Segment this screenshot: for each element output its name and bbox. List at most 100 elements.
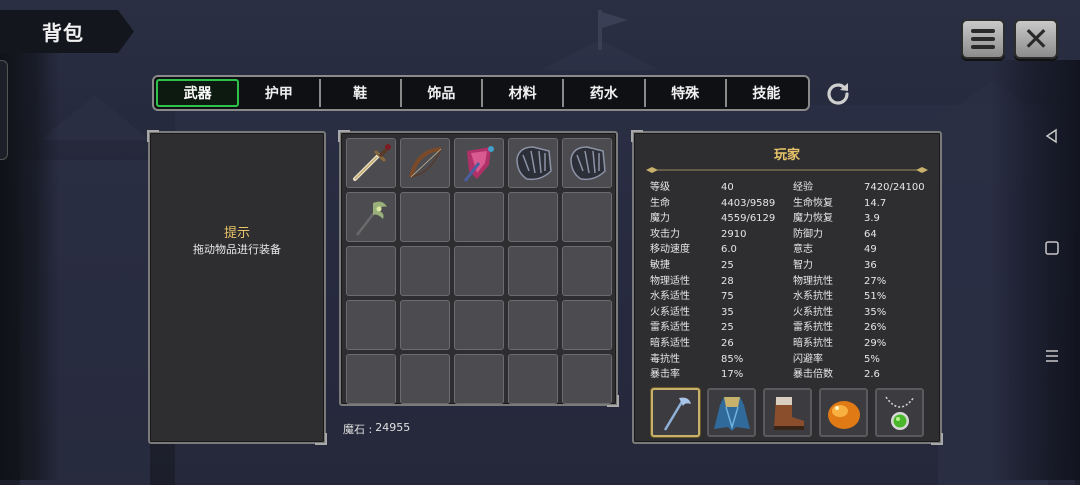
stat-label: 火系适性 bbox=[650, 306, 690, 318]
inventory-slot[interactable] bbox=[562, 192, 612, 242]
stat-value: 3.9 bbox=[864, 213, 880, 225]
equip-slot-accessory-1[interactable] bbox=[819, 388, 868, 437]
green-amulet-icon bbox=[884, 396, 915, 430]
inventory-slot[interactable] bbox=[400, 192, 450, 242]
stats-table: 等级 40 经验 7420/24100 生命 4403/9589 生命恢复 14… bbox=[650, 180, 935, 383]
stat-label: 魔力恢复 bbox=[793, 213, 833, 225]
inventory-slot[interactable] bbox=[562, 246, 612, 296]
inventory-slot[interactable] bbox=[562, 300, 612, 350]
stat-label: 等级 bbox=[650, 182, 670, 193]
equip-slot-armor[interactable] bbox=[707, 388, 756, 437]
stat-value: 85% bbox=[721, 353, 744, 365]
inventory-slot[interactable] bbox=[400, 300, 450, 350]
cloak-armor-icon bbox=[713, 396, 750, 431]
stat-label: 暴击倍数 bbox=[793, 369, 833, 381]
equipment-slots bbox=[651, 388, 924, 437]
hint-text: 拖动物品进行装备 bbox=[193, 243, 281, 256]
stat-label: 魔力 bbox=[650, 213, 670, 225]
stat-label: 经验 bbox=[793, 182, 813, 193]
stat-value: 64 bbox=[864, 228, 877, 240]
stat-value: 2910 bbox=[721, 228, 747, 240]
inventory-slot[interactable] bbox=[508, 354, 558, 404]
tab-accessories[interactable]: 饰品 bbox=[402, 79, 483, 107]
stat-label: 暗系适性 bbox=[650, 337, 690, 349]
inventory-slot[interactable] bbox=[400, 354, 450, 404]
stat-value: 29% bbox=[864, 337, 887, 349]
menu-button[interactable] bbox=[961, 19, 1005, 59]
scepter-icon bbox=[356, 201, 387, 236]
stat-value: 49 bbox=[864, 244, 877, 256]
inventory-slot[interactable] bbox=[346, 246, 396, 296]
hint-panel: 提示 拖动物品进行装备 bbox=[147, 130, 327, 445]
tab-special[interactable]: 特殊 bbox=[646, 79, 727, 107]
equip-slot-weapon[interactable] bbox=[651, 388, 700, 437]
stat-label: 敏捷 bbox=[650, 259, 670, 271]
inventory-slot[interactable] bbox=[562, 354, 612, 404]
inventory-slot[interactable] bbox=[454, 300, 504, 350]
side-edge-tab[interactable] bbox=[0, 60, 8, 160]
stat-value: 27% bbox=[864, 275, 887, 287]
tab-armor[interactable]: 护甲 bbox=[239, 79, 321, 107]
bow-icon bbox=[409, 147, 442, 178]
stat-value: 7420/24100 bbox=[864, 182, 925, 193]
hint-title: 提示 bbox=[223, 226, 250, 241]
magic-staff-icon bbox=[463, 146, 494, 182]
nav-home-icon[interactable] bbox=[1044, 240, 1060, 256]
tab-materials[interactable]: 材料 bbox=[483, 79, 565, 107]
inventory-slot[interactable] bbox=[454, 192, 504, 242]
inventory-slot[interactable] bbox=[346, 300, 396, 350]
stat-label: 智力 bbox=[793, 259, 813, 271]
refresh-button[interactable] bbox=[823, 79, 853, 109]
inventory-slot-1[interactable] bbox=[346, 138, 396, 188]
inventory-slot-4[interactable] bbox=[508, 138, 558, 188]
inventory-slot[interactable] bbox=[454, 354, 504, 404]
stat-label: 闪避率 bbox=[793, 353, 823, 365]
inventory-slot-3[interactable] bbox=[454, 138, 504, 188]
stat-label: 生命恢复 bbox=[793, 197, 833, 209]
boots-icon bbox=[773, 396, 804, 430]
stat-label: 水系抗性 bbox=[793, 291, 833, 303]
stat-label: 火系抗性 bbox=[793, 306, 833, 318]
currency-display: 魔石 : 24955 bbox=[343, 421, 410, 437]
stat-value: 5% bbox=[864, 353, 880, 365]
equip-slot-accessory-2[interactable] bbox=[875, 388, 924, 437]
stat-label: 雷系适性 bbox=[650, 322, 690, 334]
stat-label: 水系适性 bbox=[650, 291, 690, 303]
inventory-slot-2[interactable] bbox=[400, 138, 450, 188]
tab-shoes[interactable]: 鞋 bbox=[321, 79, 402, 107]
ornament-divider bbox=[646, 167, 928, 173]
nav-back-icon[interactable] bbox=[1044, 128, 1060, 144]
stat-value: 40 bbox=[721, 182, 734, 193]
stat-label: 物理适性 bbox=[650, 275, 690, 287]
inventory-slot-5[interactable] bbox=[562, 138, 612, 188]
stat-label: 移动速度 bbox=[650, 244, 690, 256]
player-stats-panel: 玩家 等级 40 经验 7420/24100 生命 4403/9589 生命恢复… bbox=[631, 130, 943, 445]
sword-icon bbox=[353, 144, 391, 181]
inventory-slot[interactable] bbox=[508, 246, 558, 296]
stat-value: 6.0 bbox=[721, 244, 737, 256]
stat-label: 毒抗性 bbox=[650, 353, 680, 365]
stat-label: 防御力 bbox=[793, 228, 823, 240]
stat-label: 意志 bbox=[793, 244, 813, 256]
amber-stone-icon bbox=[827, 400, 860, 429]
tab-skills[interactable]: 技能 bbox=[727, 79, 806, 107]
nav-recents-icon[interactable] bbox=[1044, 348, 1060, 364]
inventory-slot[interactable] bbox=[346, 354, 396, 404]
tab-weapons[interactable]: 武器 bbox=[156, 79, 240, 107]
gauntlet-icon bbox=[570, 146, 606, 181]
equip-slot-boots[interactable] bbox=[763, 388, 812, 437]
inventory-slot[interactable] bbox=[400, 246, 450, 296]
stat-value: 25 bbox=[721, 322, 734, 334]
inventory-slot-6[interactable] bbox=[346, 192, 396, 242]
inventory-slot[interactable] bbox=[454, 246, 504, 296]
stat-value: 35% bbox=[864, 306, 887, 318]
close-button[interactable]: ✕ bbox=[1014, 19, 1058, 59]
stat-value: 14.7 bbox=[864, 197, 887, 209]
inventory-panel bbox=[338, 130, 619, 407]
stat-value: 28 bbox=[721, 275, 734, 287]
inventory-slot[interactable] bbox=[508, 300, 558, 350]
tab-potions[interactable]: 药水 bbox=[564, 79, 646, 107]
hamburger-menu-icon bbox=[971, 29, 995, 49]
inventory-slot[interactable] bbox=[508, 192, 558, 242]
stat-label: 生命 bbox=[650, 197, 670, 209]
